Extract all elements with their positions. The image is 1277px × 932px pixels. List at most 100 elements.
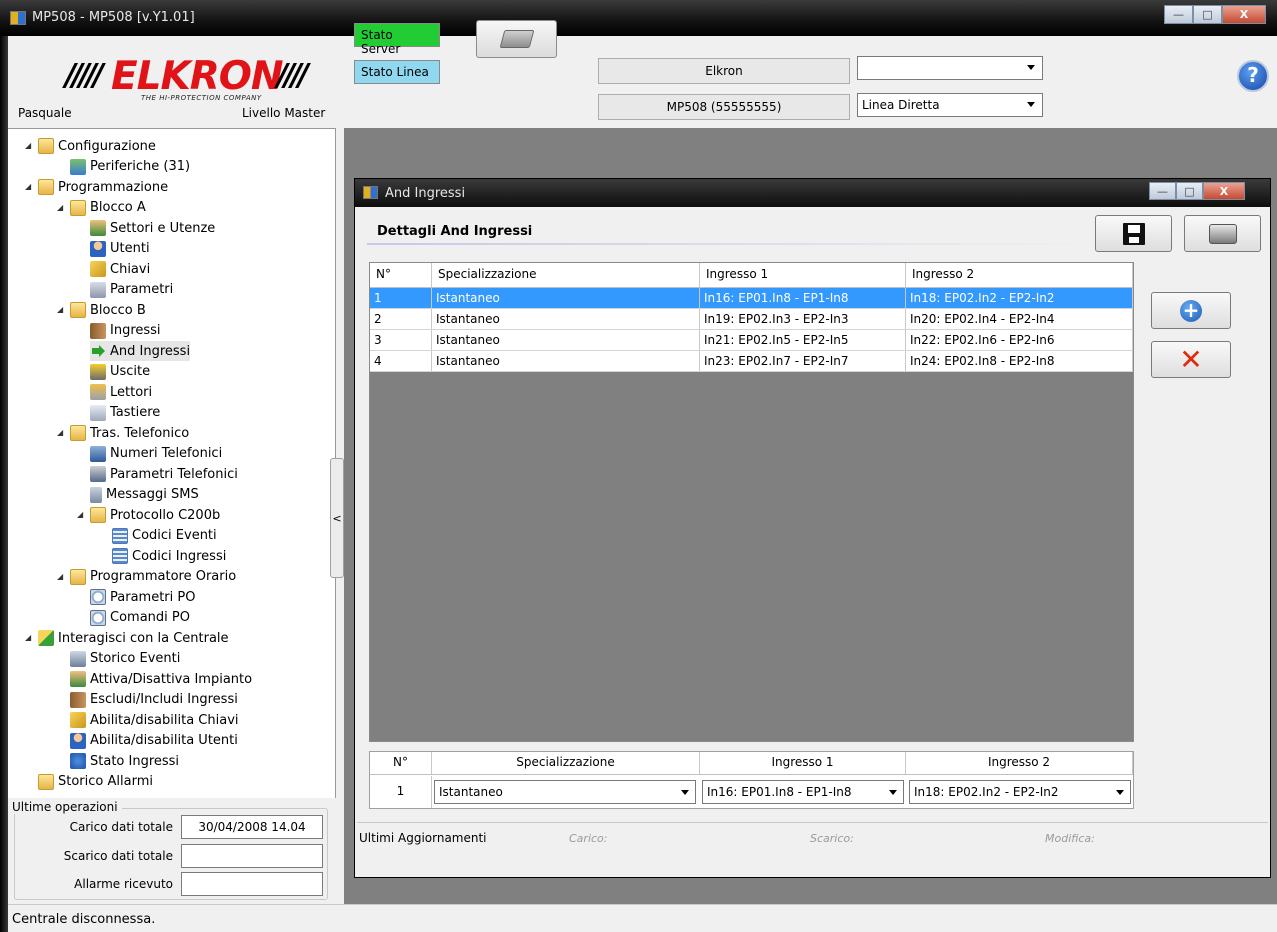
tree-item-programmazione[interactable]: Programmazione [38,177,168,197]
table-row[interactable]: 4 Istantaneo In23: EP02.In7 - EP2-In7 In… [370,351,1133,372]
tree-item-and-ingressi[interactable]: And Ingressi [90,341,191,361]
tree-item-parametri[interactable]: Parametri [90,280,173,300]
connect-button[interactable] [476,20,557,58]
print-button[interactable] [1184,215,1261,252]
tree-item-label: Comandi PO [110,610,190,625]
tree-item-abilita-disabilita-utenti[interactable]: Abilita/disabilita Utenti [70,731,238,751]
folder-arrow-icon [38,630,54,646]
child-window-title: And Ingressi [385,186,466,201]
tree-item-label: Parametri [110,282,174,297]
tree-item-codici-eventi[interactable]: Codici Eventi [112,526,217,546]
ingresso2-select[interactable]: In18: EP02.In2 - EP2-In2 [909,780,1131,804]
tree-item-label: Codici Ingressi [132,548,227,564]
user-icon [90,240,106,257]
folder-icon [90,507,106,523]
collapse-panel-button[interactable]: < [330,458,344,578]
tree-item-label: Programmatore Orario [90,569,237,584]
navigation-tree: Configurazione ◢ Periferiche (31) Programma… [8,128,336,798]
tree-item-protocollo-c200b[interactable]: Protocollo C200b [90,505,220,525]
modifica-meta: Modifica: [1045,832,1095,845]
scarico-meta: Scarico: [810,832,854,845]
maximize-button[interactable]: □ [1193,5,1222,24]
key-icon [70,712,86,728]
column-header[interactable]: Ingresso 1 [700,263,906,287]
phone-icon [90,445,106,462]
expand-toggle-icon[interactable]: ◢ [25,182,31,191]
help-button[interactable]: ? [1237,60,1269,92]
column-header[interactable]: Specializzazione [432,263,700,287]
chevron-down-icon [1116,790,1124,795]
tree-item-uscite[interactable]: Uscite [90,362,150,382]
tree-item-messaggi-sms[interactable]: Messaggi SMS [90,485,199,505]
child-maximize-button[interactable]: □ [1176,182,1203,200]
delete-row-button[interactable]: ✕ [1151,341,1231,378]
tree-item-parametri-telefonici[interactable]: Parametri Telefonici [90,464,238,484]
tree-item-tastiere[interactable]: Tastiere [90,403,160,423]
tree-item-tras-telefonico[interactable]: Tras. Telefonico [70,423,189,443]
folder-icon [38,138,54,154]
tree-item-programmatore-orario[interactable]: Programmatore Orario [70,567,236,587]
tree-item-stato-ingressi[interactable]: Stato Ingressi [70,751,179,771]
expand-toggle-icon[interactable]: ◢ [57,203,63,212]
status-bar: Centrale disconnessa. [8,904,1277,932]
tree-item-parametri-po[interactable]: Parametri PO [90,587,195,607]
tree-item-label: Programmazione [58,179,169,195]
tree-item-storico-eventi[interactable]: Storico Eventi [70,649,180,669]
tree-item-interagisci-con-la-centrale[interactable]: Interagisci con la Centrale [38,628,229,648]
tree-item-attiva-disattiva-impianto[interactable]: Attiva/Disattiva Impianto [70,669,252,689]
child-minimize-button[interactable]: — [1149,182,1176,200]
scarico-label: Scarico dati totale [63,849,173,863]
tree-item-utenti[interactable]: Utenti [90,239,150,259]
tree-item-settori-e-utenze[interactable]: Settori e Utenze [90,218,215,238]
tree-item-label: Blocco A [90,200,146,215]
tree-item-periferiche-31[interactable]: Periferiche (31) [70,157,190,177]
tree-item-configurazione[interactable]: Configurazione [38,136,156,156]
tree-item-chiavi[interactable]: Chiavi [90,259,150,279]
tree-item-storico-allarmi[interactable]: Storico Allarmi [38,772,153,792]
line-type-select[interactable]: Linea Diretta [857,93,1043,117]
tree-item-label: Configurazione [58,138,156,154]
last-operations-panel: Ultime operazioni Carico dati totale 30/… [8,798,336,903]
section-divider [367,243,1092,245]
tree-item-label: Parametri Telefonici [110,466,238,482]
expand-toggle-icon[interactable]: ◢ [25,141,31,150]
specializzazione-select[interactable]: Istantaneo [434,780,696,804]
tree-item-blocco-a[interactable]: Blocco A [70,198,146,218]
table-row[interactable]: 3 Istantaneo In21: EP02.In5 - EP2-In5 In… [370,330,1133,351]
child-app-icon [363,186,378,199]
expand-toggle-icon[interactable]: ◢ [57,305,63,314]
monitor-icon [70,650,86,667]
minimize-button[interactable]: — [1164,5,1193,24]
tree-item-codici-ingressi[interactable]: Codici Ingressi [112,546,226,566]
tree-item-escludi-includi-ingressi[interactable]: Escludi/Includi Ingressi [70,690,238,710]
tree-item-label: Codici Eventi [132,528,217,543]
child-close-button[interactable]: X [1203,182,1245,200]
tree-item-blocco-b[interactable]: Blocco B [70,300,146,320]
expand-toggle-icon[interactable]: ◢ [57,572,63,581]
tree-item-abilita-disabilita-chiavi[interactable]: Abilita/disabilita Chiavi [70,710,239,730]
tree-item-numeri-telefonici[interactable]: Numeri Telefonici [90,444,222,464]
and-ingressi-table: N° Specializzazione Ingresso 1 Ingresso … [369,262,1134,742]
add-row-button[interactable]: + [1151,292,1231,329]
arrow-right-icon [90,343,106,359]
scarico-value [181,844,323,868]
ingresso1-select[interactable]: In16: EP01.In8 - EP1-In8 [702,780,904,804]
port-select[interactable] [857,56,1043,80]
expand-toggle-icon[interactable]: ◢ [57,428,63,437]
column-header[interactable]: Ingresso 2 [906,263,1133,287]
tree-item-ingressi[interactable]: Ingressi [90,321,161,341]
table-row[interactable]: 2 Istantaneo In19: EP02.In3 - EP2-In3 In… [370,309,1133,330]
tree-item-lettori[interactable]: Lettori [90,382,152,402]
close-button[interactable]: X [1222,5,1266,24]
tree-item-comandi-po[interactable]: Comandi PO [90,608,190,628]
expand-toggle-icon[interactable]: ◢ [77,510,83,519]
column-header[interactable]: N° [370,263,432,287]
tree-item-label: Stato Ingressi [90,753,180,769]
section-title: Dettagli And Ingressi [377,224,533,239]
save-button[interactable] [1095,215,1172,252]
table-header: N° Specializzazione Ingresso 1 Ingresso … [370,263,1133,288]
tree-item-label: Ingressi [110,323,161,338]
and-ingressi-window: And Ingressi — □ X Dettagli And Ingressi… [354,178,1271,878]
expand-toggle-icon[interactable]: ◢ [25,633,31,642]
table-row[interactable]: 1 Istantaneo In16: EP01.In8 - EP1-In8 In… [370,288,1133,309]
